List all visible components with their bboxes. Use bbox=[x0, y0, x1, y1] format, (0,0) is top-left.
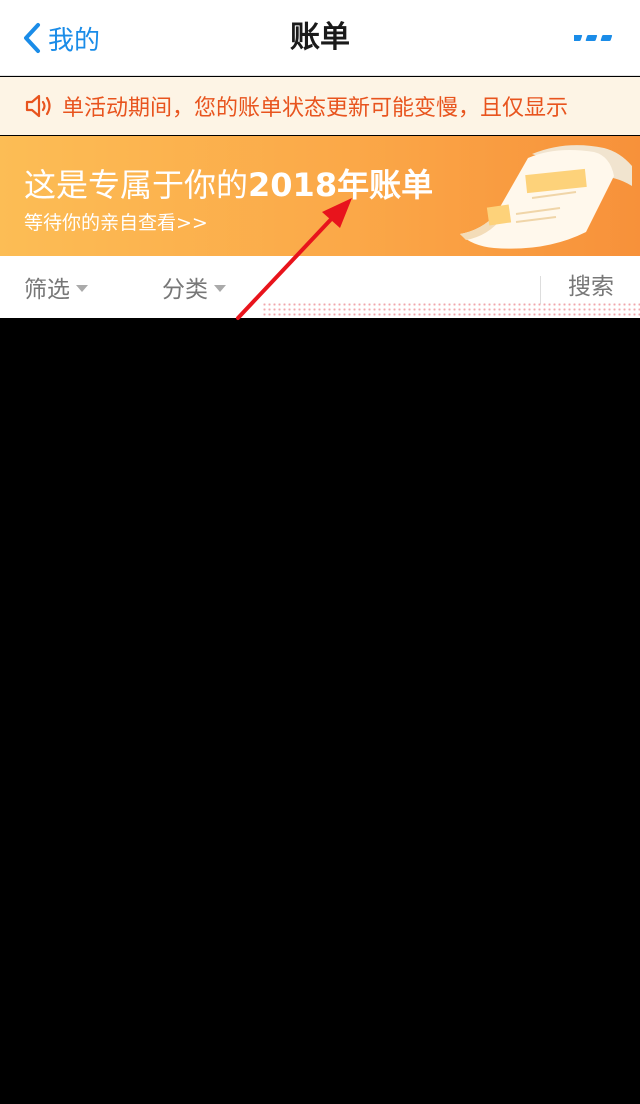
more-button[interactable] bbox=[570, 30, 614, 46]
banner-title: 这是专属于你的2018年账单 bbox=[24, 160, 433, 206]
dotted-strip bbox=[262, 302, 640, 316]
category-label: 分类 bbox=[162, 277, 208, 303]
redacted-area bbox=[0, 318, 640, 1104]
banner-subtitle: 等待你的亲自查看>> bbox=[24, 212, 208, 234]
filter-dropdown[interactable]: 筛选 bbox=[24, 271, 88, 303]
notice-text: 单活动期间，您的账单状态更新可能变慢，且仅显示 bbox=[62, 96, 569, 121]
page: 我的 账单 单活动期间，您的账单状态更新可能变慢，且仅显示 这是专属于你的201… bbox=[0, 0, 640, 1104]
filter-label: 筛选 bbox=[24, 277, 70, 303]
banner-title-prefix: 这是专属于你的 bbox=[24, 166, 249, 204]
bill-paper-illustration bbox=[460, 145, 632, 249]
annual-bill-banner[interactable]: 这是专属于你的2018年账单 等待你的亲自查看>> bbox=[0, 136, 640, 256]
speaker-icon bbox=[25, 94, 51, 118]
page-title: 账单 bbox=[290, 20, 350, 55]
caret-down-icon bbox=[214, 284, 226, 292]
banner-title-highlight: 2018年账单 bbox=[248, 166, 434, 204]
search-button[interactable]: 搜索 bbox=[568, 271, 614, 303]
category-dropdown[interactable]: 分类 bbox=[162, 271, 226, 303]
more-dots-icon bbox=[570, 35, 613, 41]
notice-bar[interactable]: 单活动期间，您的账单状态更新可能变慢，且仅显示 bbox=[0, 77, 640, 135]
caret-down-icon bbox=[76, 284, 88, 292]
nav-bar: 我的 账单 bbox=[0, 0, 640, 76]
divider bbox=[540, 276, 541, 304]
